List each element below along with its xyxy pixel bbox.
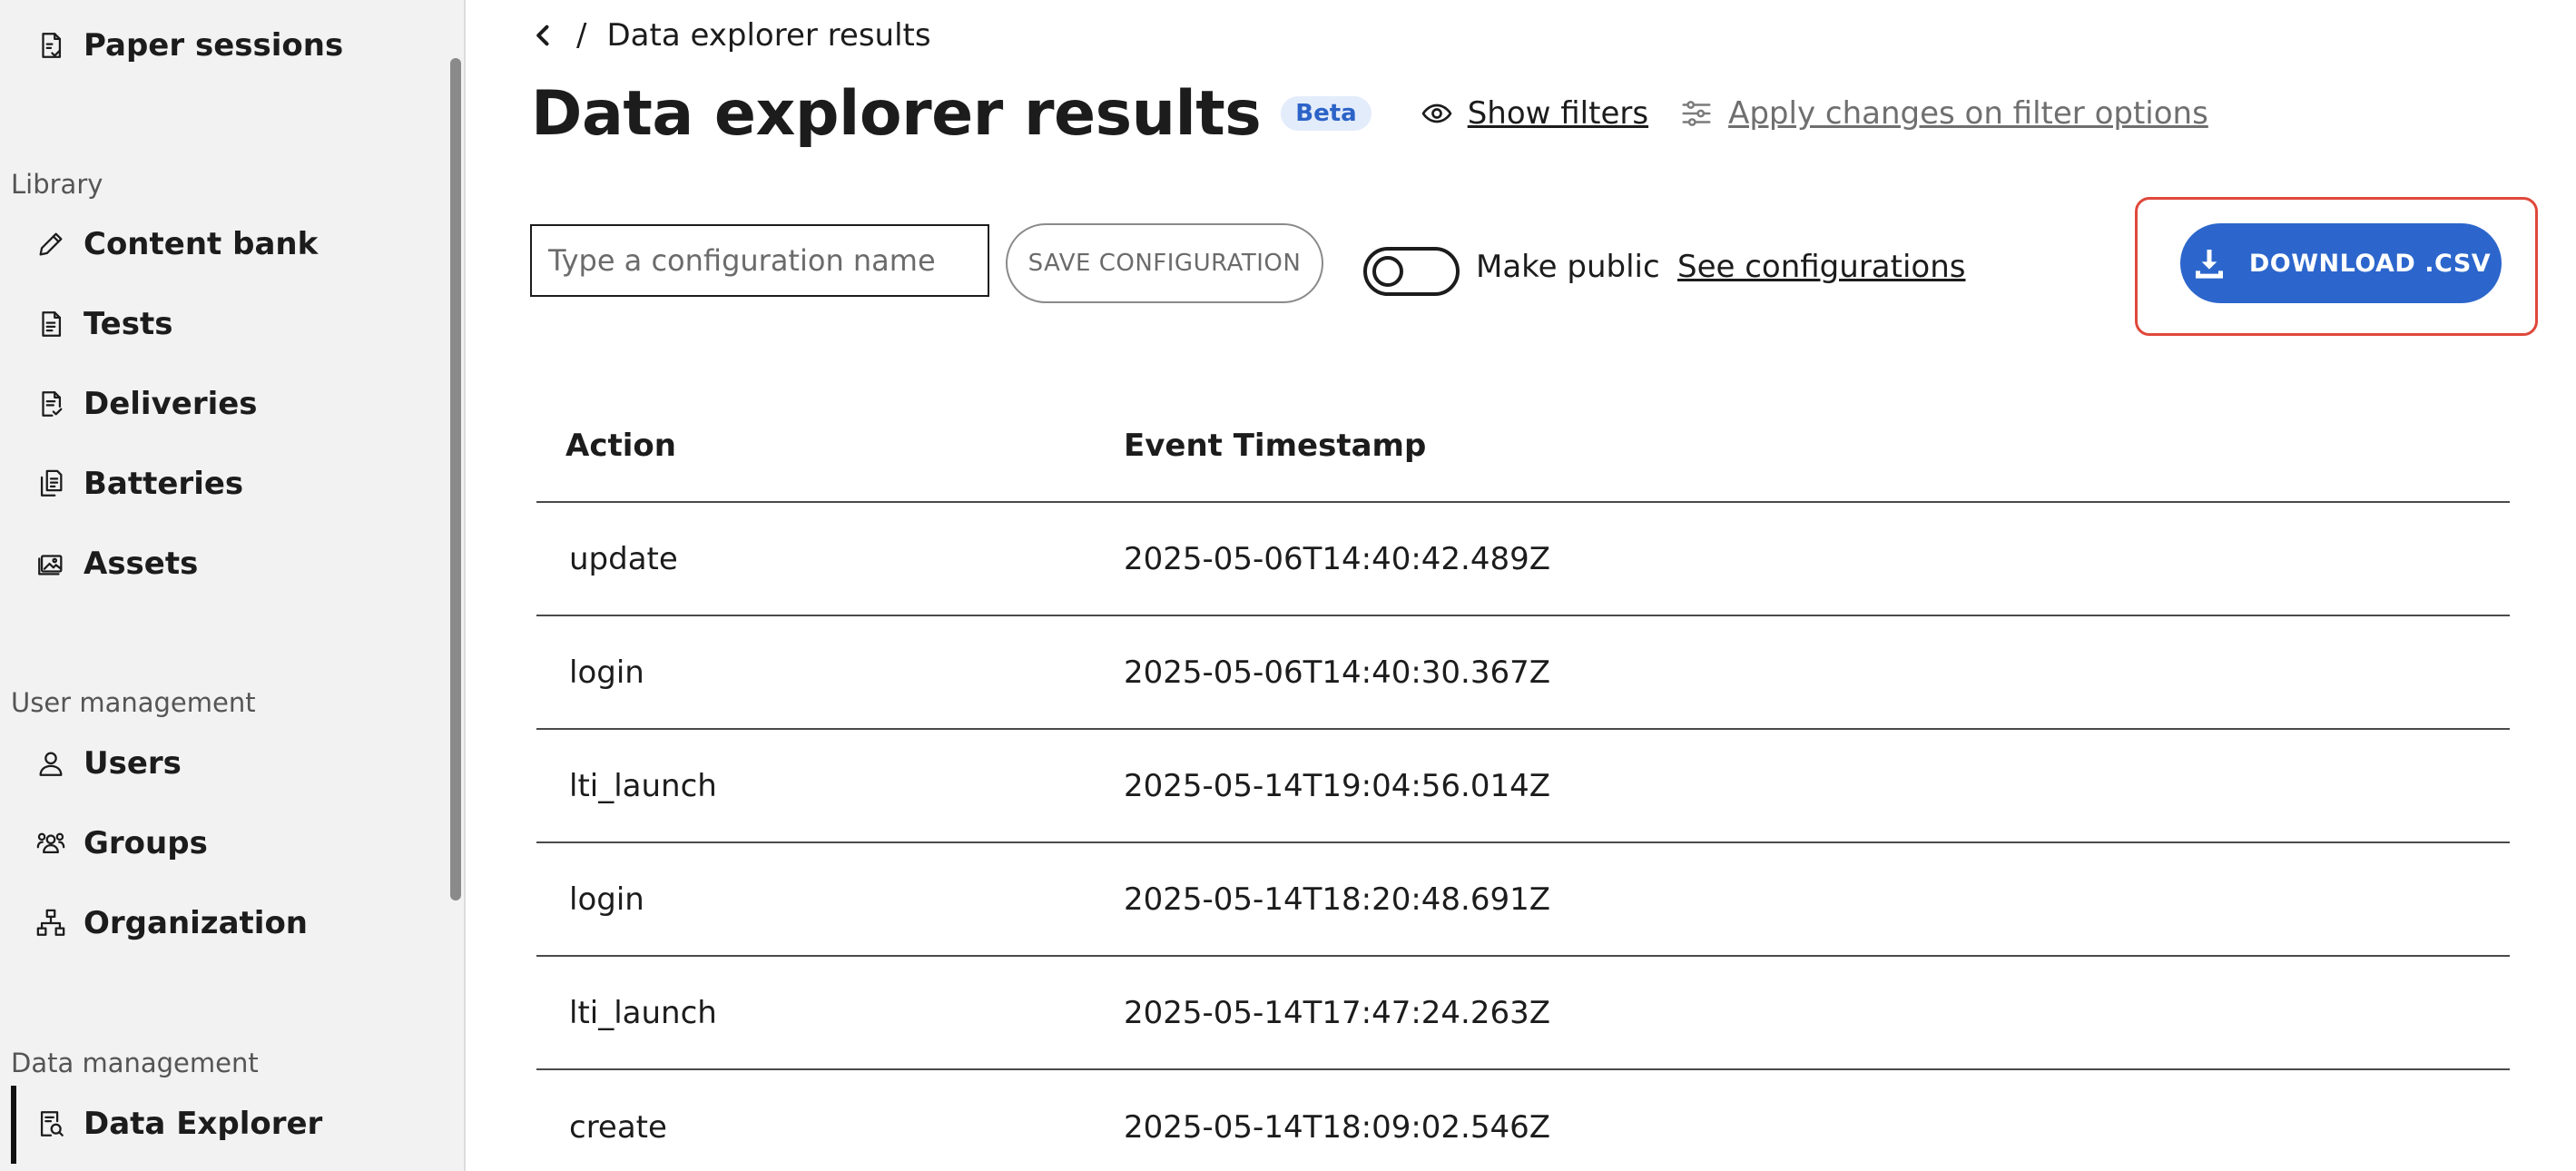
table-row: lti_launch 2025-05-14T19:04:56.014Z — [536, 730, 2510, 843]
download-icon — [2195, 250, 2223, 279]
breadcrumb-current: Data explorer results — [606, 17, 931, 54]
sidebar-item-assets[interactable]: Assets — [34, 536, 198, 591]
cell-event-timestamp: 2025-05-14T18:20:48.691Z — [1124, 881, 1551, 918]
cell-event-timestamp: 2025-05-06T14:40:30.367Z — [1124, 654, 1551, 691]
sidebar-item-data-explorer[interactable]: Data Explorer — [34, 1097, 322, 1151]
beta-badge: Beta — [1281, 96, 1372, 131]
document-stack-icon — [34, 467, 67, 500]
sidebar-item-deliveries[interactable]: Deliveries — [34, 377, 258, 431]
paper-sessions-icon — [34, 29, 67, 62]
apply-changes-label: Apply changes on filter options — [1728, 95, 2208, 132]
cell-action: login — [569, 881, 644, 918]
sidebar-item-label: Paper sessions — [84, 27, 344, 64]
image-icon — [34, 547, 67, 580]
cell-action: lti_launch — [569, 767, 717, 804]
chevron-left-icon[interactable] — [531, 23, 556, 48]
save-configuration-button[interactable]: SAVE CONFIGURATION — [1006, 223, 1323, 303]
sidebar-item-users[interactable]: Users — [34, 736, 182, 791]
sidebar-item-label: Groups — [84, 825, 208, 861]
table-header: Action Event Timestamp — [536, 390, 2510, 503]
hierarchy-icon — [34, 907, 67, 940]
sidebar-item-organization[interactable]: Organization — [34, 896, 308, 950]
section-label-user-management: User management — [11, 687, 256, 718]
table-row: login 2025-05-14T18:20:48.691Z — [536, 843, 2510, 957]
cell-event-timestamp: 2025-05-06T14:40:42.489Z — [1124, 540, 1551, 577]
group-icon — [34, 827, 67, 860]
download-csv-label: DOWNLOAD .CSV — [2248, 249, 2492, 278]
page-header: Data explorer results Beta Show filters … — [531, 73, 2208, 154]
sidebar-item-tests[interactable]: Tests — [34, 297, 172, 351]
table-row: create 2025-05-14T18:09:02.546Z — [536, 1070, 2510, 1171]
column-header-action[interactable]: Action — [536, 428, 1124, 464]
sidebar-scrollbar[interactable] — [450, 58, 461, 900]
sidebar-item-label: Deliveries — [84, 386, 258, 422]
document-icon — [34, 308, 67, 340]
download-csv-button[interactable]: DOWNLOAD .CSV — [2180, 223, 2502, 303]
section-label-data-management: Data management — [11, 1048, 259, 1078]
cell-action: update — [569, 540, 678, 577]
document-check-icon — [34, 388, 67, 420]
sidebar-item-label: Content bank — [84, 226, 319, 262]
see-configurations-link[interactable]: See configurations — [1677, 249, 1965, 285]
sliders-icon — [1682, 101, 1711, 126]
eye-icon — [1421, 103, 1452, 123]
cell-action: lti_launch — [569, 994, 717, 1031]
sidebar-item-content-bank[interactable]: Content bank — [34, 217, 318, 271]
sidebar-item-label: Tests — [84, 306, 173, 342]
cell-action: login — [569, 654, 644, 691]
sidebar-item-label: Data Explorer — [84, 1106, 323, 1142]
apply-changes-link[interactable]: Apply changes on filter options — [1679, 95, 2208, 132]
sidebar: Paper sessions Library Content bank Test… — [0, 0, 466, 1171]
section-label-library: Library — [11, 169, 103, 200]
sidebar-item-label: Users — [84, 745, 182, 782]
make-public-label: Make public — [1476, 249, 1660, 285]
table-row: update 2025-05-06T14:40:42.489Z — [536, 503, 2510, 616]
configuration-name-input[interactable] — [530, 224, 989, 297]
make-public-toggle[interactable] — [1363, 247, 1460, 296]
breadcrumb: / Data explorer results — [531, 13, 931, 58]
results-table: Action Event Timestamp update 2025-05-06… — [536, 390, 2510, 1171]
cell-event-timestamp: 2025-05-14T17:47:24.263Z — [1124, 994, 1551, 1031]
user-icon — [34, 747, 67, 780]
active-indicator — [11, 1086, 16, 1164]
cell-event-timestamp: 2025-05-14T18:09:02.546Z — [1124, 1108, 1551, 1146]
column-header-event-timestamp[interactable]: Event Timestamp — [1124, 428, 1426, 464]
sidebar-item-groups[interactable]: Groups — [34, 816, 208, 871]
data-search-icon — [34, 1107, 67, 1140]
table-row: lti_launch 2025-05-14T17:47:24.263Z — [536, 957, 2510, 1070]
pencil-icon — [34, 228, 67, 261]
sidebar-item-label: Assets — [84, 546, 199, 582]
cell-action: create — [569, 1108, 667, 1146]
show-filters-link[interactable]: Show filters — [1421, 95, 1648, 132]
sidebar-item-label: Batteries — [84, 466, 244, 502]
table-row: login 2025-05-06T14:40:30.367Z — [536, 616, 2510, 730]
show-filters-label: Show filters — [1467, 95, 1649, 132]
toggle-knob — [1372, 256, 1403, 287]
cell-event-timestamp: 2025-05-14T19:04:56.014Z — [1124, 767, 1551, 804]
page-title: Data explorer results — [531, 77, 1262, 150]
sidebar-item-paper-sessions[interactable]: Paper sessions — [34, 18, 343, 73]
breadcrumb-separator: / — [576, 17, 587, 54]
sidebar-item-batteries[interactable]: Batteries — [34, 457, 243, 511]
sidebar-item-label: Organization — [84, 905, 309, 941]
